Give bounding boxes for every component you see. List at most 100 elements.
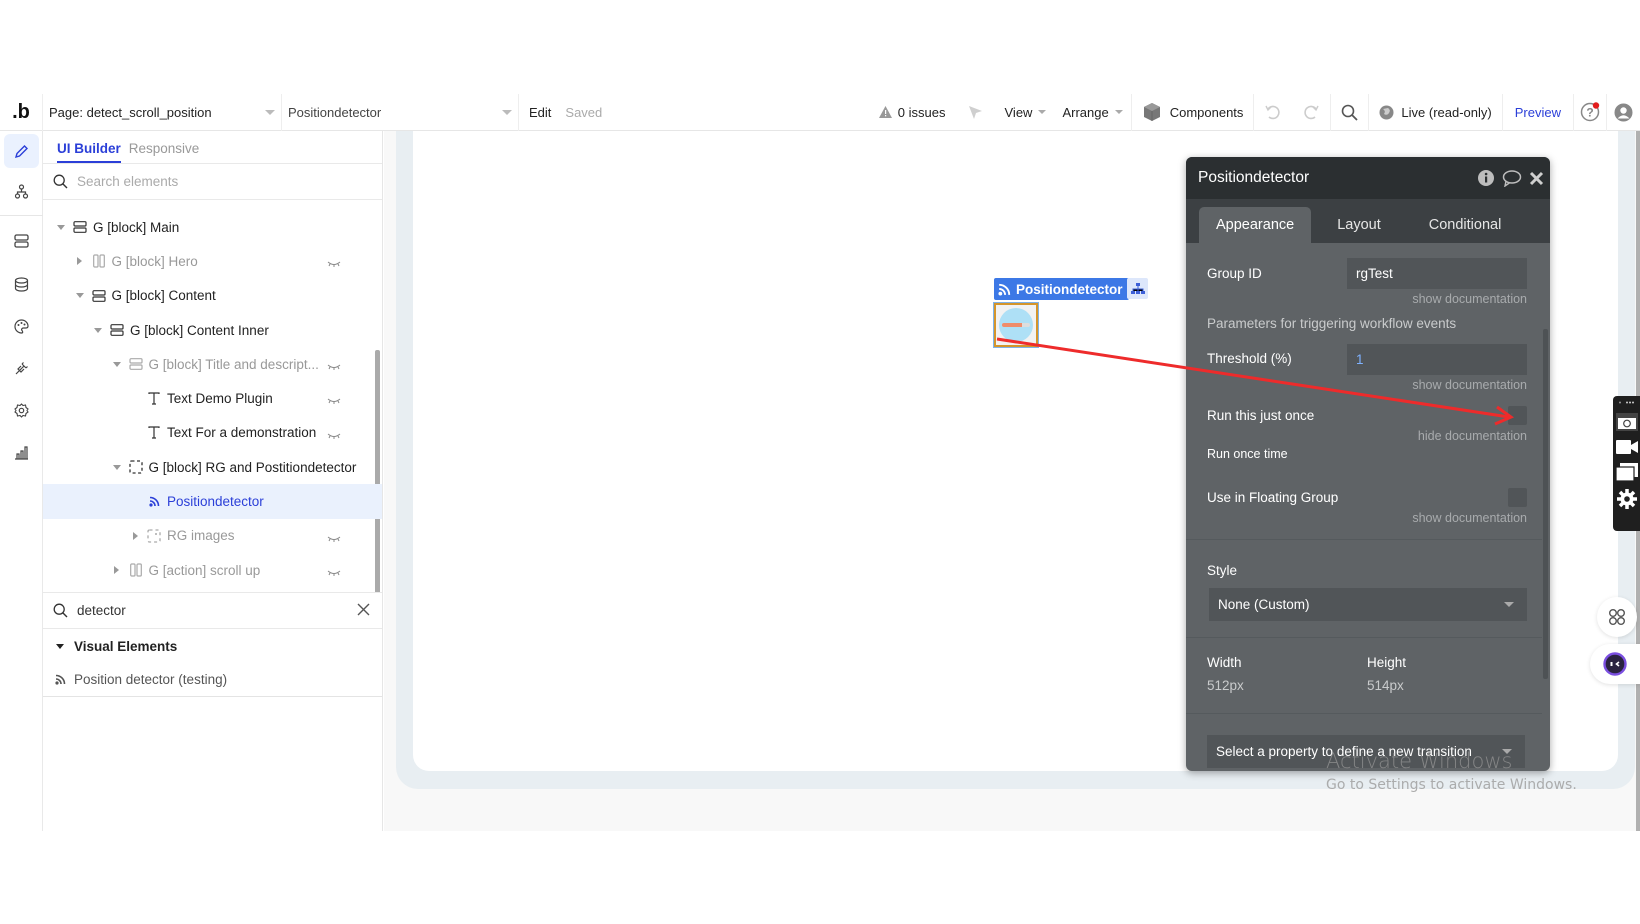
app-window: .b Page: detect_scroll_position Position…	[0, 93, 1640, 831]
group-id-input[interactable]	[1347, 258, 1527, 289]
caret-down-icon[interactable]	[55, 224, 67, 230]
hidden-eye-icon[interactable]	[327, 565, 341, 580]
rail-data-tab[interactable]	[4, 224, 39, 258]
search-elements-input[interactable]	[77, 174, 337, 189]
caret-down-icon[interactable]	[92, 327, 104, 333]
preview-button[interactable]: Preview	[1503, 94, 1573, 131]
plug-icon	[14, 361, 29, 376]
tree-item[interactable]: G [block] Main	[43, 210, 382, 244]
apps-grid-button[interactable]	[1597, 597, 1637, 637]
arrange-menu[interactable]: Arrange	[1054, 94, 1130, 131]
hidden-eye-icon[interactable]	[327, 393, 341, 408]
show-documentation-link[interactable]: show documentation	[1412, 292, 1527, 306]
close-icon[interactable]	[357, 603, 370, 616]
rail-logs-tab[interactable]	[4, 435, 39, 469]
caret-down-icon[interactable]	[74, 293, 86, 299]
rail-plugins-tab[interactable]	[4, 351, 39, 385]
rail-workflow-tab[interactable]	[4, 174, 39, 208]
hidden-eye-icon[interactable]	[327, 359, 341, 374]
search-button[interactable]	[1331, 94, 1368, 131]
floating-group-checkbox[interactable]	[1508, 488, 1527, 507]
show-documentation-link[interactable]: show documentation	[1412, 378, 1527, 392]
progress-track	[1002, 323, 1030, 327]
tab-conditional[interactable]: Conditional	[1407, 207, 1524, 243]
rail-styles-tab[interactable]	[4, 309, 39, 343]
tree-item[interactable]: G [block] Content	[43, 279, 382, 313]
view-menu[interactable]: View	[997, 94, 1055, 131]
hidden-eye-icon[interactable]	[327, 256, 341, 271]
issues-button[interactable]: 0 issues	[871, 94, 954, 131]
chevron-down-icon	[1038, 110, 1047, 114]
tab-appearance[interactable]: Appearance	[1199, 207, 1312, 243]
redo-button[interactable]	[1292, 94, 1330, 131]
rail-database-tab[interactable]	[4, 267, 39, 301]
windows-icon[interactable]	[1615, 463, 1638, 481]
account-button[interactable]	[1607, 94, 1640, 131]
search-elements-row	[43, 164, 382, 200]
more-icon[interactable]	[1617, 400, 1637, 405]
comment-icon[interactable]	[1502, 169, 1522, 187]
elements-panel: UI Builder Responsive G [block] MainG [b…	[43, 131, 383, 831]
bubble-logo[interactable]: .b	[0, 93, 43, 131]
close-icon[interactable]	[1529, 171, 1544, 186]
result-item[interactable]: Position detector (testing)	[43, 663, 382, 697]
tree-item[interactable]: G [action] scroll up	[43, 553, 382, 587]
tab-layout[interactable]: Layout	[1315, 207, 1403, 243]
assistant-button[interactable]	[1590, 644, 1640, 684]
hidden-eye-icon[interactable]	[327, 531, 341, 546]
element-selector[interactable]: Positiondetector	[282, 93, 519, 131]
height-label: Height	[1367, 655, 1407, 670]
caret-down-icon[interactable]	[111, 361, 123, 367]
tree-item[interactable]: G [block] Hero	[43, 244, 382, 278]
page-selector[interactable]: Page: detect_scroll_position	[43, 93, 282, 131]
tree-item[interactable]: G [block] Content Inner	[43, 313, 382, 347]
caret-down-icon[interactable]	[111, 464, 123, 470]
gear-icon	[14, 402, 29, 418]
grid-icon	[1609, 609, 1625, 625]
width-label: Width	[1207, 655, 1242, 670]
threshold-input[interactable]	[1347, 344, 1527, 375]
tree-item-label: Text For a demonstration	[167, 425, 317, 441]
divider	[1186, 539, 1542, 540]
element-hierarchy-button[interactable]	[1127, 278, 1148, 299]
edit-menu[interactable]: Edit	[519, 94, 559, 131]
caret-right-icon[interactable]	[74, 257, 86, 266]
tree-item[interactable]: G [block] RG and Postitiondetector	[43, 450, 382, 484]
run-once-checkbox[interactable]	[1508, 406, 1527, 425]
element-filter-input[interactable]	[77, 603, 337, 618]
tab-ui-builder[interactable]: UI Builder	[57, 141, 121, 163]
group-rows-icon	[128, 357, 143, 371]
hide-documentation-link[interactable]: hide documentation	[1418, 429, 1527, 443]
property-editor-scrollbar[interactable]	[1543, 329, 1548, 679]
rail-design-tab[interactable]	[4, 134, 39, 168]
visual-elements-section[interactable]: Visual Elements	[43, 629, 382, 663]
inspect-cursor-button[interactable]	[954, 94, 997, 131]
positiondetector-element[interactable]	[993, 302, 1039, 348]
show-documentation-link[interactable]: show documentation	[1412, 511, 1527, 525]
video-icon[interactable]	[1615, 439, 1638, 455]
top-bar: .b Page: detect_scroll_position Position…	[0, 93, 1640, 131]
tree-item[interactable]: Positiondetector	[43, 484, 382, 519]
hidden-eye-icon[interactable]	[327, 428, 341, 443]
components-button[interactable]: Components	[1132, 94, 1254, 131]
live-version-selector[interactable]: Live (read-only)	[1369, 94, 1501, 131]
help-button[interactable]: ?	[1574, 94, 1606, 131]
camera-icon[interactable]	[1615, 413, 1638, 431]
undo-button[interactable]	[1254, 94, 1292, 131]
width-value: 512px	[1207, 678, 1244, 693]
tab-responsive[interactable]: Responsive	[129, 141, 200, 163]
caret-right-icon[interactable]	[129, 531, 141, 540]
tree-item[interactable]: RG images	[43, 519, 382, 553]
chevron-down-icon	[1504, 602, 1514, 607]
style-dropdown[interactable]: None (Custom)	[1209, 588, 1527, 621]
tree-item[interactable]: Text For a demonstration	[43, 416, 382, 450]
selected-element-badge[interactable]: Positiondetector	[994, 278, 1129, 300]
group-id-label: Group ID	[1207, 266, 1262, 281]
info-icon[interactable]	[1477, 169, 1495, 187]
rail-settings-tab[interactable]	[4, 393, 39, 427]
gear-icon[interactable]	[1616, 489, 1637, 509]
tree-item[interactable]: G [block] Title and descript...	[43, 347, 382, 381]
tree-item[interactable]: Text Demo Plugin	[43, 381, 382, 415]
caret-right-icon[interactable]	[111, 566, 123, 575]
property-editor-header[interactable]: Positiondetector	[1186, 157, 1550, 199]
